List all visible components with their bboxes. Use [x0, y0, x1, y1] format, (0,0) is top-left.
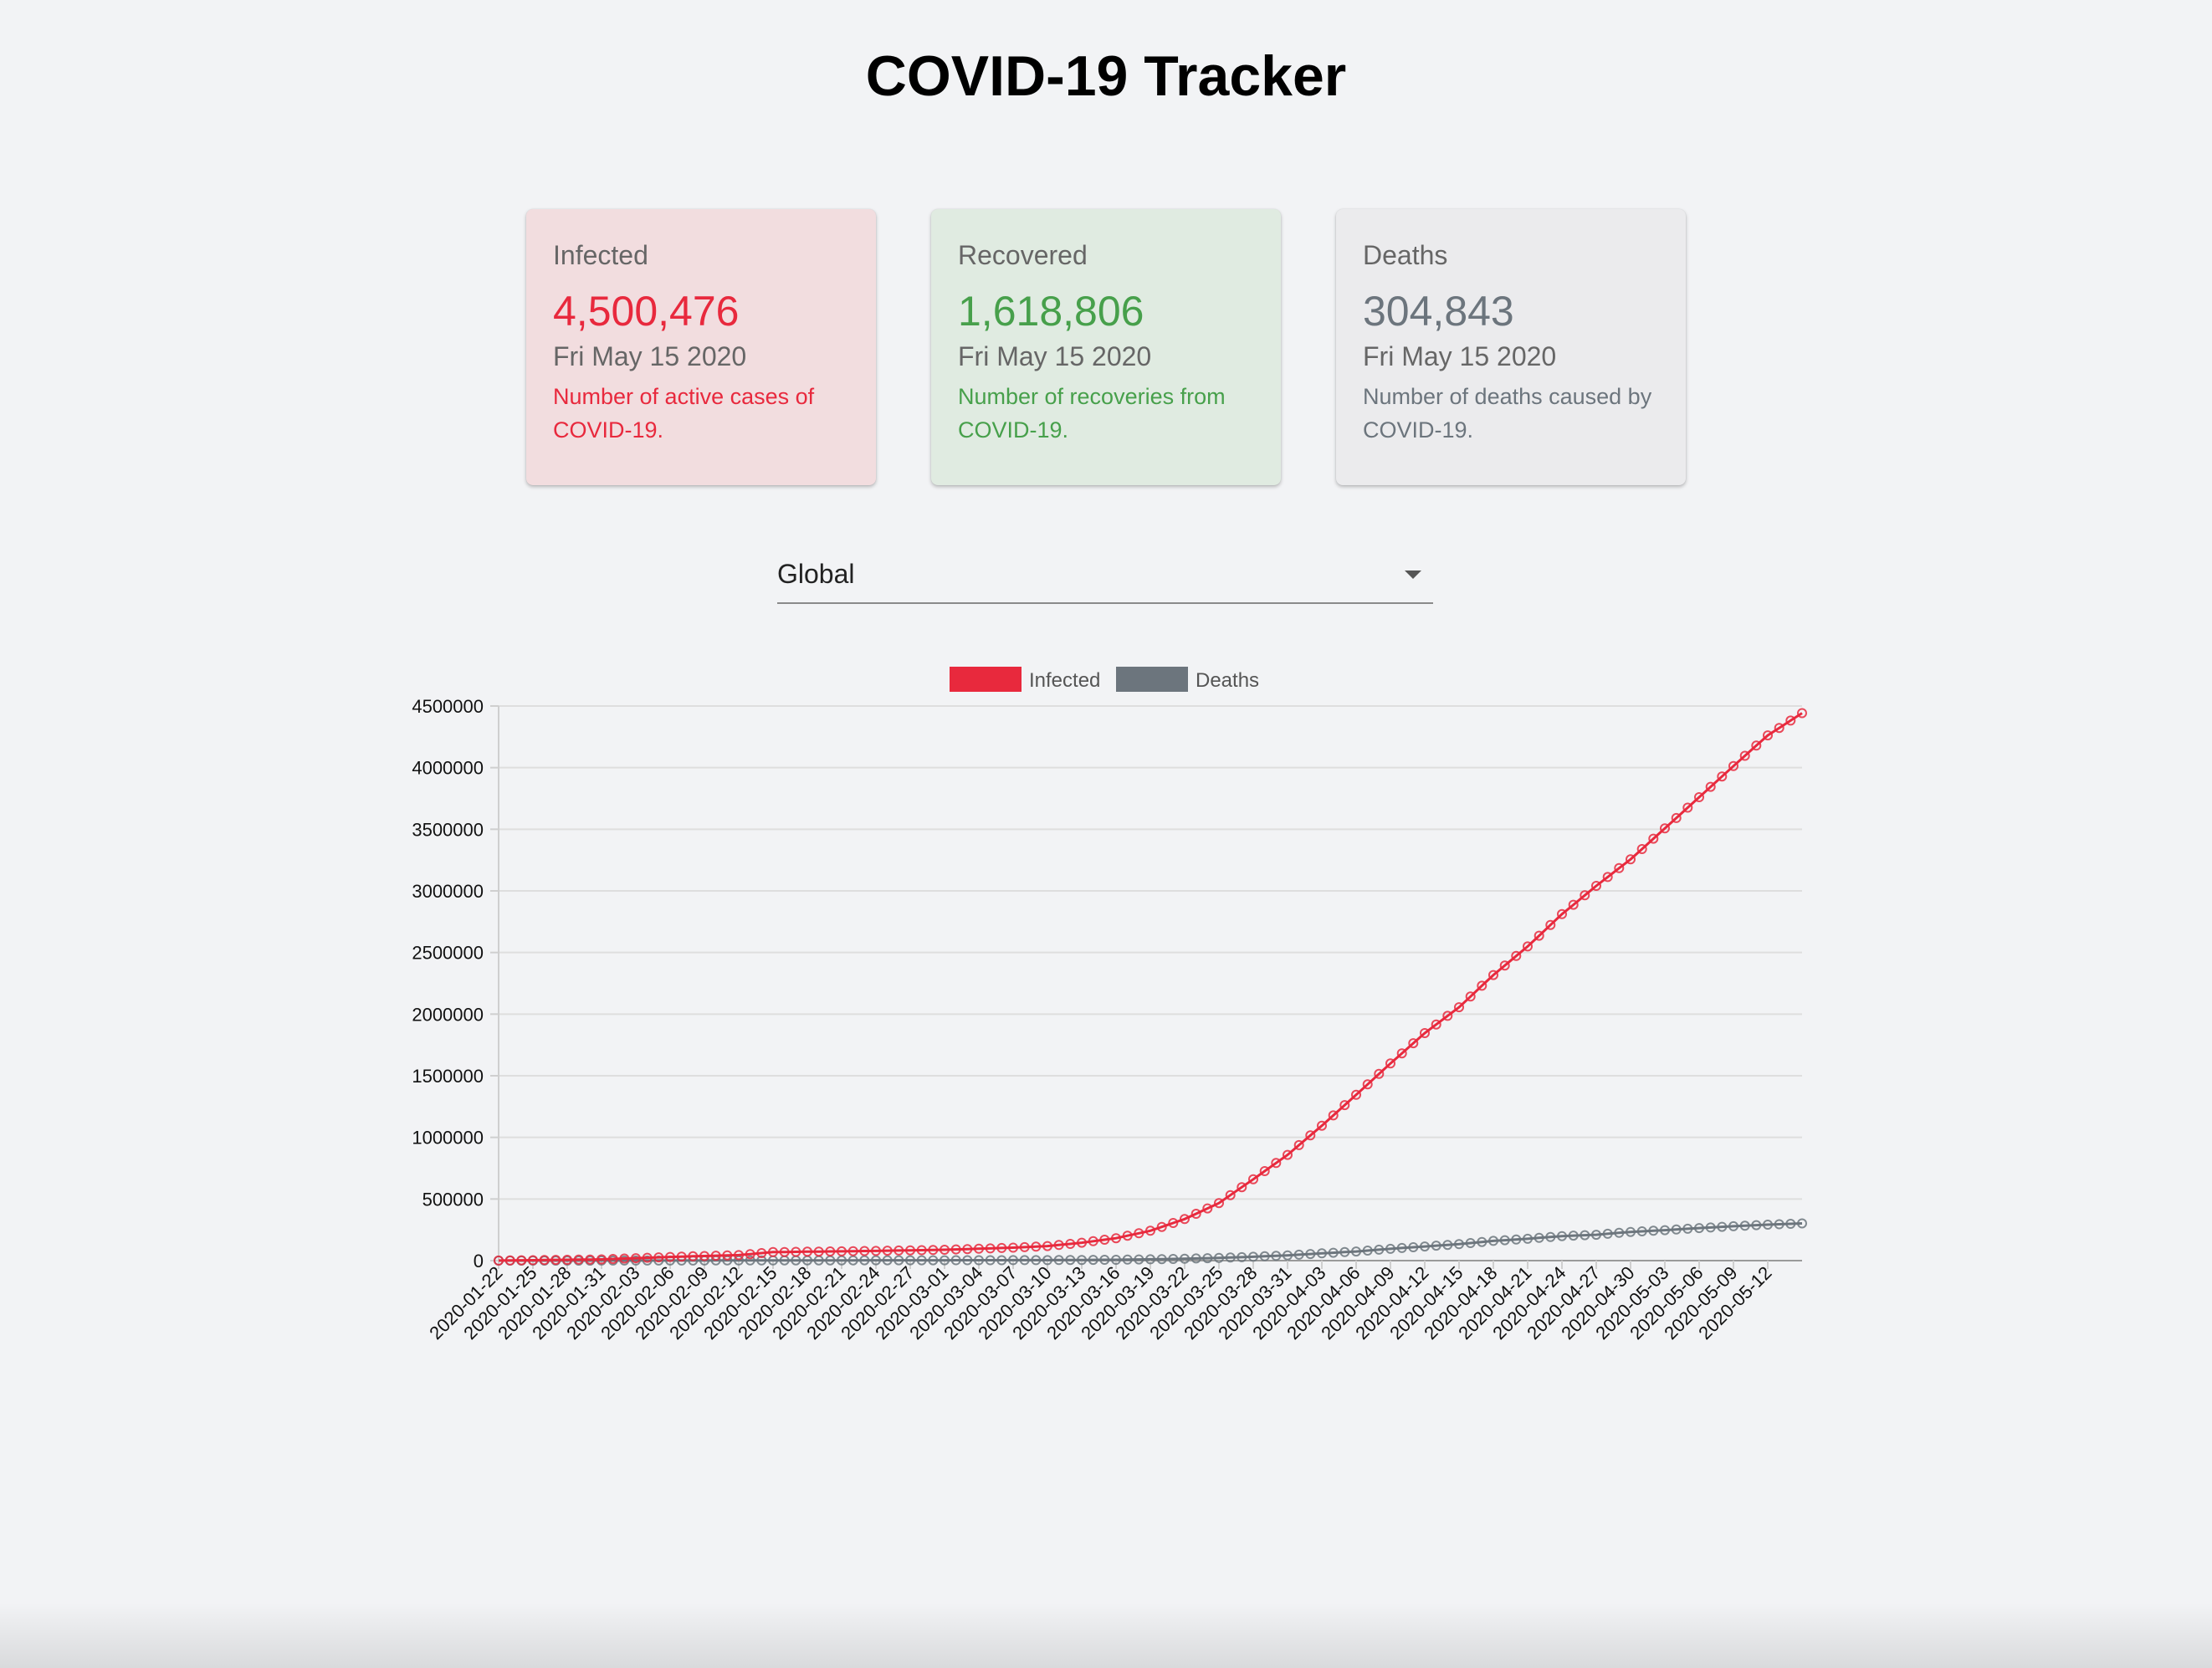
infected-series-line	[498, 712, 1803, 1262]
y-tick-label: 3000000	[412, 881, 484, 902]
y-tick-label: 0	[474, 1251, 484, 1271]
y-tick-label: 1500000	[412, 1066, 484, 1087]
window-bottom-edge	[0, 1603, 2212, 1668]
legend-swatch-infected	[950, 667, 1022, 692]
legend-label-infected: Infected	[1029, 669, 1100, 692]
y-tick-label: 2500000	[412, 943, 484, 964]
y-tick-label: 500000	[422, 1189, 484, 1210]
legend-label-deaths: Deaths	[1196, 669, 1259, 692]
legend-swatch-deaths	[1116, 667, 1188, 692]
y-tick-label: 4500000	[412, 696, 484, 717]
y-tick-label: 3500000	[412, 819, 484, 840]
y-tick-label: 4000000	[412, 758, 484, 779]
y-tick-label: 1000000	[412, 1128, 484, 1149]
line-chart: 0 500000 1000000 1500000 2000000 2500000 30000…	[412, 667, 1807, 1343]
y-tick-label: 2000000	[412, 1004, 484, 1025]
